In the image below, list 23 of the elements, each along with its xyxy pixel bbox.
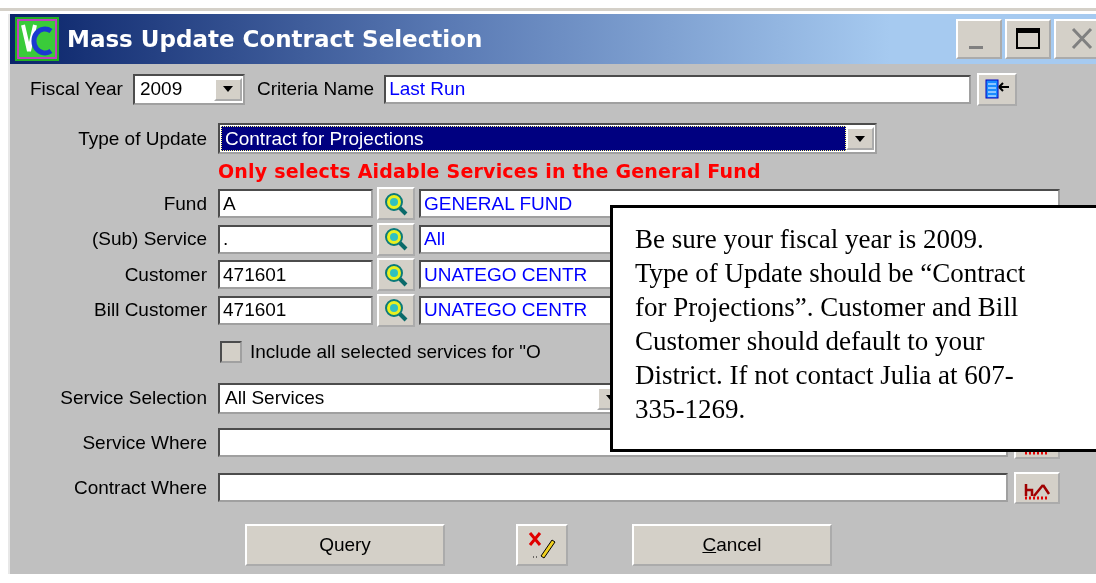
cancel-button[interactable]: Cancel — [632, 524, 832, 566]
instruction-text: Be sure your fiscal year is 2009. Type of Update should be “Contract for Projections”. Customer and Bill Customer should default to your District. If not contact Julia at 607- 335-1269. — [635, 223, 1027, 426]
criteria-name-field[interactable]: Last Run — [384, 74, 972, 104]
field-label: Bill Customer — [93, 299, 207, 322]
field-label: Type of Update — [77, 127, 207, 150]
update-type-dropdown[interactable]: Contract for Projections — [218, 123, 877, 154]
code-field[interactable]: 471601 — [218, 295, 373, 325]
window-title: Mass Update Contract Selection — [67, 26, 483, 52]
field-label: Fund — [162, 192, 207, 215]
code-field[interactable]: . — [218, 224, 373, 254]
field-label: Service Where — [81, 431, 207, 454]
field-label: Criteria Name — [256, 78, 375, 100]
field-label: Customer — [123, 263, 207, 286]
code-field[interactable]: 471601 — [218, 260, 373, 290]
warning-text: Only selects Aidable Services in the General Fund — [218, 160, 761, 182]
field-label: Fiscal Year — [30, 78, 123, 100]
field-label: Service Selection — [59, 387, 207, 409]
code-field[interactable]: A — [218, 189, 373, 219]
fiscal-year-dropdown[interactable]: 2009 — [132, 73, 245, 105]
field-label: Contract Where — [72, 476, 207, 499]
checkbox-label: Include all selected services for "O — [250, 341, 541, 363]
field-label: (Sub) Service — [90, 228, 207, 251]
query-button[interactable]: Query — [245, 524, 445, 566]
